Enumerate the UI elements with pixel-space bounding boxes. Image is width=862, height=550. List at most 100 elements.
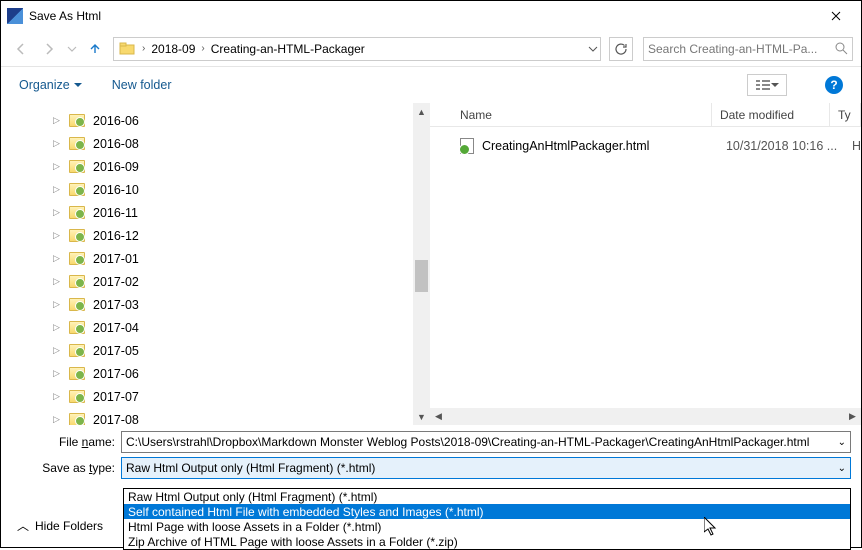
breadcrumb-item[interactable]: Creating-an-HTML-Packager [209, 42, 367, 56]
savetype-option[interactable]: Self contained Html File with embedded S… [124, 504, 850, 519]
expand-caret-icon[interactable]: ▷ [53, 138, 61, 149]
tree-folder-item[interactable]: ▷2016-08 [1, 132, 413, 155]
folder-icon [69, 344, 85, 357]
folder-label: 2017-05 [93, 344, 139, 358]
expand-caret-icon[interactable]: ▷ [53, 345, 61, 356]
folder-label: 2017-06 [93, 367, 139, 381]
folder-icon [118, 40, 136, 58]
view-options-button[interactable] [747, 74, 787, 96]
expand-caret-icon[interactable]: ▷ [53, 414, 61, 425]
folder-icon [69, 321, 85, 334]
folder-icon [69, 229, 85, 242]
file-list-headers[interactable]: Name Date modified Ty [430, 103, 861, 127]
col-type[interactable]: Ty [830, 103, 861, 126]
folder-label: 2016-12 [93, 229, 139, 243]
breadcrumb[interactable]: › 2018-09 › Creating-an-HTML-Packager [113, 37, 601, 61]
savetype-option[interactable]: Zip Archive of HTML Page with loose Asse… [124, 534, 850, 549]
filename-input[interactable]: C:\Users\rstrahl\Dropbox\Markdown Monste… [121, 431, 851, 453]
folder-icon [69, 160, 85, 173]
new-folder-button[interactable]: New folder [112, 78, 172, 92]
chevron-down-icon[interactable]: ⌄ [838, 463, 846, 474]
expand-caret-icon[interactable]: ▷ [53, 161, 61, 172]
tree-scrollbar[interactable]: ▲ ▼ [413, 103, 430, 425]
folder-icon [69, 367, 85, 380]
nav-back-button[interactable] [9, 37, 33, 61]
scroll-up-icon[interactable]: ▲ [413, 103, 430, 120]
file-type: H [852, 139, 861, 153]
folder-label: 2017-04 [93, 321, 139, 335]
nav-up-button[interactable] [83, 37, 107, 61]
tree-folder-item[interactable]: ▷ 2017-08 [1, 408, 413, 425]
tree-folder-item[interactable]: ▷ 2017-07 [1, 385, 413, 408]
expand-caret-icon[interactable]: ▷ [53, 276, 61, 287]
folder-label: 2016-06 [93, 114, 139, 128]
folder-label: 2017-02 [93, 275, 139, 289]
nav-recent-dropdown[interactable] [65, 37, 79, 61]
expand-caret-icon[interactable]: ▷ [53, 207, 61, 218]
tree-folder-item[interactable]: ▷2016-10 [1, 178, 413, 201]
folder-icon [69, 252, 85, 265]
folder-label: 2017-03 [93, 298, 139, 312]
expand-caret-icon[interactable]: ▷ [53, 184, 61, 195]
tree-folder-item[interactable]: ▷ 2016-06 [1, 109, 413, 132]
chevron-right-icon: › [197, 43, 208, 54]
chevron-up-icon: ︿ [17, 517, 29, 534]
scroll-thumb[interactable] [415, 260, 428, 292]
tree-folder-item[interactable]: ▷ 2017-05 [1, 339, 413, 362]
breadcrumb-item[interactable]: 2018-09 [149, 42, 197, 56]
nav-forward-button[interactable] [37, 37, 61, 61]
tree-folder-item[interactable]: ▷ 2016-11 [1, 201, 413, 224]
folder-icon [69, 137, 85, 150]
folder-label: 2017-01 [93, 252, 139, 266]
expand-caret-icon[interactable]: ▷ [53, 253, 61, 264]
scroll-down-icon[interactable]: ▼ [413, 408, 430, 425]
window-title: Save As Html [29, 9, 813, 23]
scroll-left-icon[interactable]: ◀ [430, 408, 447, 425]
chevron-down-icon[interactable]: ⌄ [838, 437, 846, 448]
tree-folder-item[interactable]: ▷ 2017-01 [1, 247, 413, 270]
scroll-right-icon[interactable]: ▶ [844, 408, 861, 425]
folder-label: 2016-11 [93, 206, 138, 220]
col-name[interactable]: Name [452, 103, 712, 126]
tree-folder-item[interactable]: ▷ 2016-09 [1, 155, 413, 178]
expand-caret-icon[interactable]: ▷ [53, 115, 61, 126]
tree-folder-item[interactable]: ▷ 2017-02 [1, 270, 413, 293]
search-icon [835, 42, 848, 55]
tree-folder-item[interactable]: ▷ 2017-04 [1, 316, 413, 339]
file-list-area[interactable] [430, 157, 861, 408]
tree-folder-item[interactable]: ▷ 2017-03 [1, 293, 413, 316]
folder-icon [69, 183, 85, 196]
hide-folders-button[interactable]: ︿ Hide Folders [17, 517, 103, 534]
savetype-option[interactable]: Raw Html Output only (Html Fragment) (*.… [124, 489, 850, 504]
file-row[interactable]: CreatingAnHtmlPackager.html 10/31/2018 1… [430, 135, 861, 157]
folder-label: 2017-08 [93, 413, 139, 426]
folder-label: 2016-09 [93, 160, 139, 174]
close-button[interactable] [813, 1, 859, 31]
savetype-label: Save as type: [11, 461, 121, 475]
tree-folder-item[interactable]: ▷ 2017-06 [1, 362, 413, 385]
folder-tree[interactable]: ▷2016-06▷2016-08▷2016-09▷2016-10▷2016-11… [1, 103, 413, 425]
file-hscrollbar[interactable]: ◀ ▶ [430, 408, 861, 425]
folder-icon [69, 413, 85, 425]
search-placeholder: Search Creating-an-HTML-Pa... [648, 42, 817, 56]
search-input[interactable]: Search Creating-an-HTML-Pa... [643, 37, 853, 61]
savetype-combobox[interactable]: Raw Html Output only (Html Fragment) (*.… [121, 457, 851, 479]
expand-caret-icon[interactable]: ▷ [53, 230, 61, 241]
folder-icon [69, 114, 85, 127]
breadcrumb-dropdown[interactable] [588, 46, 598, 52]
folder-icon [69, 206, 85, 219]
help-button[interactable]: ? [825, 76, 843, 94]
chevron-right-icon: › [138, 43, 149, 54]
savetype-dropdown-list[interactable]: Raw Html Output only (Html Fragment) (*.… [123, 488, 851, 550]
expand-caret-icon[interactable]: ▷ [53, 299, 61, 310]
refresh-button[interactable] [609, 37, 633, 61]
organize-menu[interactable]: Organize [19, 78, 82, 92]
expand-caret-icon[interactable]: ▷ [53, 322, 61, 333]
folder-label: 2017-07 [93, 390, 139, 404]
expand-caret-icon[interactable]: ▷ [53, 391, 61, 402]
tree-folder-item[interactable]: ▷ 2016-12 [1, 224, 413, 247]
savetype-option[interactable]: Html Page with loose Assets in a Folder … [124, 519, 850, 534]
col-date[interactable]: Date modified [712, 103, 830, 126]
app-icon [7, 8, 23, 24]
expand-caret-icon[interactable]: ▷ [53, 368, 61, 379]
